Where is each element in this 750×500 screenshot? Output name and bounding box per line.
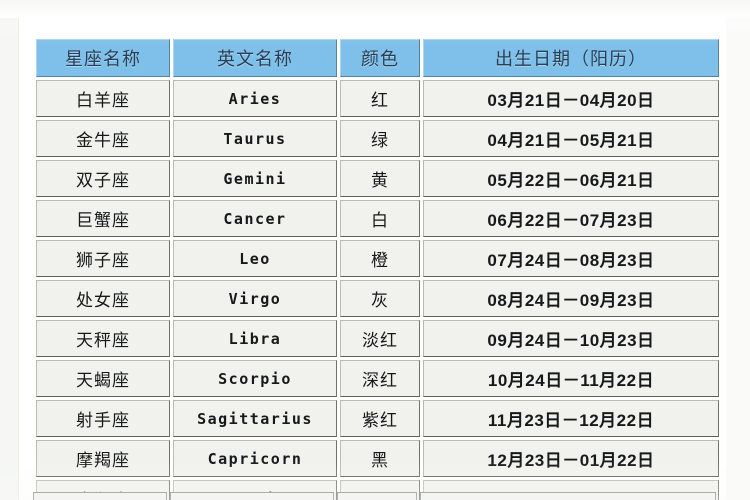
cell-date: 12月23日－01月22日	[423, 440, 719, 477]
cell-en: Virgo	[173, 280, 337, 317]
cell-en: Sagittarius	[173, 400, 337, 437]
column-header-english-name: 英文名称	[173, 39, 337, 77]
column-header-birth-date: 出生日期（阳历）	[423, 39, 719, 77]
cell-color: 深红	[340, 360, 420, 397]
cell-en: Gemini	[173, 160, 337, 197]
table-header: 星座名称 英文名称 颜色 出生日期（阳历）	[36, 39, 719, 77]
page-right-margin	[726, 0, 750, 500]
table-row: 射手座 Sagittarius 紫红 11月23日－12月22日	[36, 400, 719, 437]
column-header-sign-name: 星座名称	[36, 39, 170, 77]
cell-date: 08月24日－09月23日	[423, 280, 719, 317]
partial-cell-birth-date	[420, 492, 716, 500]
cell-date: 07月24日－08月23日	[423, 240, 719, 277]
table-row: 巨蟹座 Cancer 白 06月22日－07月23日	[36, 200, 719, 237]
cell-color: 黄	[340, 160, 420, 197]
table-row: 白羊座 Aries 红 03月21日－04月20日	[36, 80, 719, 117]
partial-cell-english-name	[170, 492, 334, 500]
partial-cell-color	[337, 492, 417, 500]
cell-en: Leo	[173, 240, 337, 277]
cell-en: Aries	[173, 80, 337, 117]
cell-date: 03月21日－04月20日	[423, 80, 719, 117]
table-row: 双子座 Gemini 黄 05月22日－06月21日	[36, 160, 719, 197]
cell-name: 摩羯座	[36, 440, 170, 477]
cell-name: 处女座	[36, 280, 170, 317]
table-row: 天秤座 Libra 淡红 09月24日－10月23日	[36, 320, 719, 357]
cell-color: 橙	[340, 240, 420, 277]
cell-color: 绿	[340, 120, 420, 157]
cell-name: 巨蟹座	[36, 200, 170, 237]
cell-name: 射手座	[36, 400, 170, 437]
cell-en: Cancer	[173, 200, 337, 237]
cell-color: 红	[340, 80, 420, 117]
column-header-color: 颜色	[340, 39, 420, 77]
cell-date: 11月23日－12月22日	[423, 400, 719, 437]
cell-name: 天秤座	[36, 320, 170, 357]
cell-color: 淡红	[340, 320, 420, 357]
cell-name: 天蝎座	[36, 360, 170, 397]
cell-name: 白羊座	[36, 80, 170, 117]
cell-color: 白	[340, 200, 420, 237]
cell-en: Taurus	[173, 120, 337, 157]
table-row: 处女座 Virgo 灰 08月24日－09月23日	[36, 280, 719, 317]
cell-en: Capricorn	[173, 440, 337, 477]
table-row: 金牛座 Taurus 绿 04月21日－05月21日	[36, 120, 719, 157]
cropped-heading-sliver: ·· ···· ·· ····	[0, 0, 750, 18]
cropped-heading-text: ·· ···· ·· ····	[285, 0, 535, 4]
cell-color: 紫红	[340, 400, 420, 437]
table-row-partial-cutoff	[33, 492, 719, 500]
cell-date: 06月22日－07月23日	[423, 200, 719, 237]
zodiac-signs-table: 星座名称 英文名称 颜色 出生日期（阳历） 白羊座 Aries 红 03月21日－04…	[33, 36, 722, 500]
cell-name: 狮子座	[36, 240, 170, 277]
cell-name: 双子座	[36, 160, 170, 197]
table-row: 摩羯座 Capricorn 黑 12月23日－01月22日	[36, 440, 719, 477]
cell-date: 10月24日－11月22日	[423, 360, 719, 397]
table-body: 白羊座 Aries 红 03月21日－04月20日 金牛座 Taurus 绿 04月21日－0…	[36, 80, 719, 500]
cell-color: 黑	[340, 440, 420, 477]
cell-date: 05月22日－06月21日	[423, 160, 719, 197]
cell-en: Libra	[173, 320, 337, 357]
cell-color: 灰	[340, 280, 420, 317]
partial-cell-sign-name	[33, 492, 167, 500]
table-row: 狮子座 Leo 橙 07月24日－08月23日	[36, 240, 719, 277]
table-header-row: 星座名称 英文名称 颜色 出生日期（阳历）	[36, 39, 719, 77]
page-left-margin	[0, 0, 19, 500]
table-row: 天蝎座 Scorpio 深红 10月24日－11月22日	[36, 360, 719, 397]
cell-en: Scorpio	[173, 360, 337, 397]
cell-date: 04月21日－05月21日	[423, 120, 719, 157]
zodiac-table-container: 星座名称 英文名称 颜色 出生日期（阳历） 白羊座 Aries 红 03月21日－04…	[33, 36, 719, 500]
cell-name: 金牛座	[36, 120, 170, 157]
cell-date: 09月24日－10月23日	[423, 320, 719, 357]
